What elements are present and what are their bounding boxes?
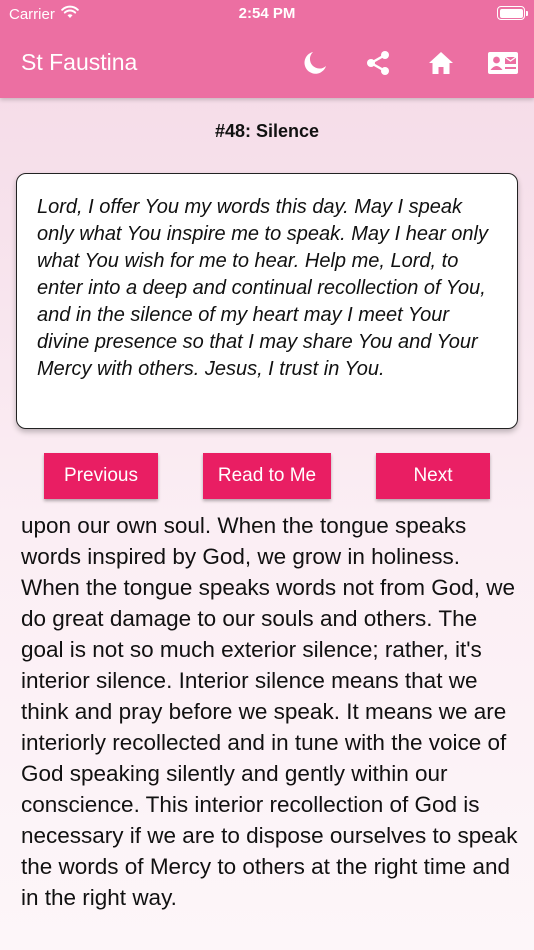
reading-text: upon our own soul. When the tongue speak…: [21, 513, 518, 910]
home-icon[interactable]: [426, 48, 456, 78]
read-to-me-button[interactable]: Read to Me: [203, 453, 331, 499]
contact-card-icon[interactable]: [486, 48, 520, 78]
prayer-text: Lord, I offer You my words this day. May…: [37, 196, 488, 380]
prayer-box: Lord, I offer You my words this day. May…: [16, 173, 518, 429]
moon-icon[interactable]: [300, 48, 330, 78]
next-button[interactable]: Next: [376, 453, 490, 499]
status-time: 2:54 PM: [238, 5, 296, 22]
reading-scroll-area[interactable]: upon our own soul. When the tongue speak…: [21, 510, 521, 950]
status-bar: Carrier 2:54 PM: [0, 0, 534, 28]
battery-icon: [497, 6, 528, 20]
meditation-title: #48: Silence: [214, 121, 320, 141]
app-title: St Faustina: [21, 49, 138, 75]
share-icon[interactable]: [363, 48, 393, 78]
previous-button[interactable]: Previous: [44, 453, 158, 499]
app-header: Carrier 2:54 PM St Faustina: [0, 0, 534, 98]
